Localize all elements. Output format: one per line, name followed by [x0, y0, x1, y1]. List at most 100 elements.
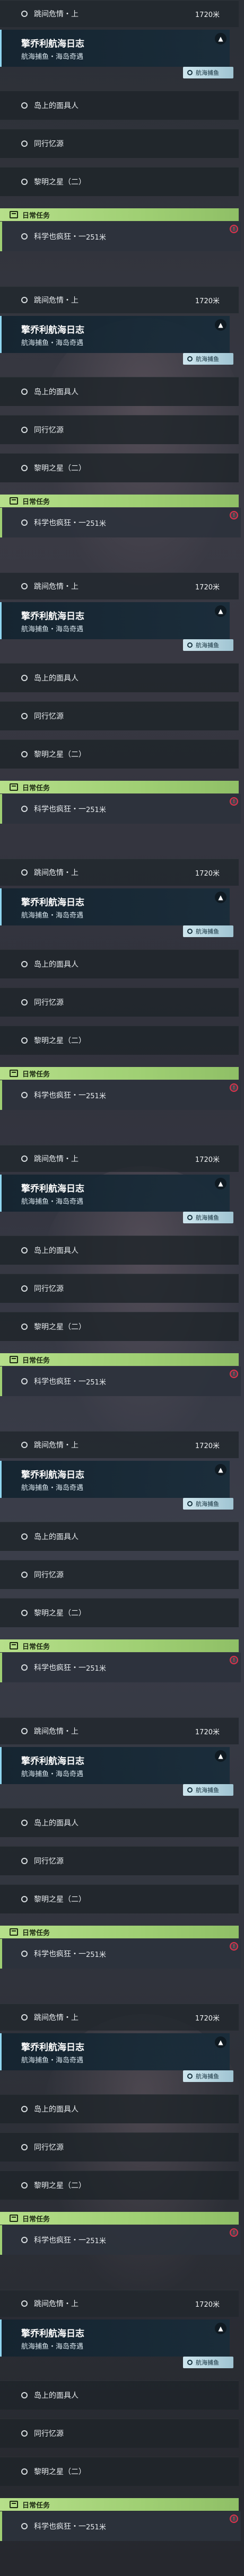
quest-subtitle: 航海捕鱼・海岛奇遇 — [21, 339, 84, 347]
quest-item[interactable]: 岛上的面具人 — [0, 377, 239, 406]
quest-header[interactable]: 擎乔利航海日志 航海捕鱼・海岛奇遇 ▲ — [0, 1461, 230, 1498]
collapse-button[interactable]: ▲ — [215, 2323, 226, 2334]
circle-icon — [21, 1610, 28, 1616]
daily-task-item[interactable]: 科学也疯狂・一 251米 — [0, 2511, 241, 2541]
quest-item-label: 同行忆源 — [34, 1571, 64, 1580]
quest-item-label: 岛上的面具人 — [34, 102, 79, 110]
quest-item[interactable]: 岛上的面具人 — [0, 91, 239, 120]
circle-icon — [21, 806, 28, 812]
quest-item[interactable]: 黎明之星（二） — [0, 2457, 239, 2486]
quest-item[interactable]: 同行忆源 — [0, 2132, 239, 2162]
quest-item[interactable]: 同行忆源 — [0, 701, 239, 730]
area-tag: 航海捕鱼 — [183, 2070, 233, 2082]
quest-distance: 1720米 — [195, 297, 220, 305]
quest-item[interactable]: 岛上的面具人 — [0, 2094, 239, 2123]
area-tag: 航海捕鱼 — [183, 1212, 233, 1223]
circle-icon — [21, 2237, 28, 2243]
quest-item-top[interactable]: 跳间危情・上 1720米 — [0, 859, 239, 886]
quest-panel: 跳间危情・上 1720米 擎乔利航海日志 航海捕鱼・海岛奇遇 ▲ 航海捕鱼 岛上… — [0, 1717, 244, 2004]
circle-icon — [21, 2523, 28, 2529]
area-tag-label: 航海捕鱼 — [196, 1787, 219, 1794]
daily-task-item[interactable]: 科学也疯狂・一 251米 — [0, 222, 241, 251]
quest-item[interactable]: 同行忆源 — [0, 2419, 239, 2448]
quest-header[interactable]: 擎乔利航海日志 航海捕鱼・海岛奇遇 ▲ — [0, 2033, 230, 2070]
quest-item[interactable]: 同行忆源 — [0, 1274, 239, 1303]
daily-task-item[interactable]: 科学也疯狂・一 251米 — [0, 1653, 241, 1682]
quest-item[interactable]: 岛上的面具人 — [0, 2380, 239, 2410]
quest-item-label: 同行忆源 — [34, 426, 64, 435]
quest-subtitle: 航海捕鱼・海岛奇遇 — [21, 912, 84, 920]
collapse-button[interactable]: ▲ — [215, 892, 226, 903]
daily-task-item[interactable]: 科学也疯狂・一 251米 — [0, 794, 241, 824]
circle-icon — [21, 2106, 28, 2112]
quest-item-top[interactable]: 跳间危情・上 1720米 — [0, 0, 239, 27]
circle-icon — [21, 961, 28, 967]
quest-item[interactable]: 黎明之星（二） — [0, 2171, 239, 2200]
circle-icon — [21, 465, 28, 471]
collapse-button[interactable]: ▲ — [215, 2036, 226, 2048]
location-pin-icon — [187, 70, 193, 75]
daily-task-item[interactable]: 科学也疯狂・一 251米 — [0, 2225, 241, 2255]
daily-task-item[interactable]: 科学也疯狂・一 251米 — [0, 1939, 241, 1969]
quest-item[interactable]: 同行忆源 — [0, 129, 239, 158]
quest-item-top[interactable]: 跳间危情・上 1720米 — [0, 286, 239, 313]
quest-subtitle: 航海捕鱼・海岛奇遇 — [21, 1198, 84, 1206]
quest-item[interactable]: 岛上的面具人 — [0, 1808, 239, 1837]
area-tag-label: 航海捕鱼 — [196, 1501, 219, 1507]
quest-item[interactable]: 同行忆源 — [0, 415, 239, 444]
quest-item[interactable]: 黎明之星（二） — [0, 1884, 239, 1913]
quest-header[interactable]: 擎乔利航海日志 航海捕鱼・海岛奇遇 ▲ — [0, 2319, 230, 2357]
collapse-button[interactable]: ▲ — [215, 319, 226, 331]
daily-task-label: 日常任务 — [22, 2501, 50, 2510]
quest-item-label: 同行忆源 — [34, 2430, 64, 2438]
collapse-button[interactable]: ▲ — [215, 1178, 226, 1189]
quest-item[interactable]: 黎明之星（二） — [0, 1312, 239, 1341]
quest-item-top[interactable]: 跳间危情・上 1720米 — [0, 2290, 239, 2317]
quest-item[interactable]: 岛上的面具人 — [0, 1236, 239, 1265]
quest-item[interactable]: 同行忆源 — [0, 1560, 239, 1589]
quest-item[interactable]: 岛上的面具人 — [0, 1522, 239, 1551]
quest-header[interactable]: 擎乔利航海日志 航海捕鱼・海岛奇遇 ▲ — [0, 316, 230, 353]
circle-icon — [21, 427, 28, 433]
quest-item[interactable]: 黎明之星（二） — [0, 1598, 239, 1627]
quest-item-top[interactable]: 跳间危情・上 1720米 — [0, 1717, 239, 1744]
quest-item-label: 岛上的面具人 — [34, 2105, 79, 2114]
quest-header[interactable]: 擎乔利航海日志 航海捕鱼・海岛奇遇 ▲ — [0, 602, 230, 639]
quest-item[interactable]: 岛上的面具人 — [0, 663, 239, 692]
area-tag: 航海捕鱼 — [183, 2357, 233, 2368]
quest-item-top[interactable]: 跳间危情・上 1720米 — [0, 572, 239, 599]
quest-item-top[interactable]: 跳间危情・上 1720米 — [0, 2004, 239, 2031]
area-tag: 航海捕鱼 — [183, 353, 233, 365]
quest-distance: 1720米 — [195, 583, 220, 592]
quest-item[interactable]: 黎明之星（二） — [0, 1026, 239, 1055]
quest-item-label: 黎明之星（二） — [34, 464, 86, 473]
daily-task-item[interactable]: 科学也疯狂・一 251米 — [0, 1366, 241, 1396]
collapse-button[interactable]: ▲ — [215, 1750, 226, 1762]
circle-icon — [21, 1664, 28, 1671]
quest-item-top[interactable]: 跳间危情・上 1720米 — [0, 1431, 239, 1458]
quest-header[interactable]: 擎乔利航海日志 航海捕鱼・海岛奇遇 ▲ — [0, 1175, 230, 1212]
quest-item-label: 同行忆源 — [34, 140, 64, 148]
collapse-button[interactable]: ▲ — [215, 1464, 226, 1476]
quest-item[interactable]: 黎明之星（二） — [0, 453, 239, 482]
collapse-button[interactable]: ▲ — [215, 33, 226, 45]
circle-icon — [21, 869, 28, 876]
daily-task-header: 日常任务 — [0, 1639, 239, 1652]
quest-item-top[interactable]: 跳间危情・上 1720米 — [0, 1145, 239, 1172]
location-pin-icon — [187, 929, 193, 934]
circle-icon — [21, 1858, 28, 1864]
quest-item[interactable]: 黎明之星（二） — [0, 167, 239, 196]
daily-task-item[interactable]: 科学也疯狂・一 251米 — [0, 1080, 241, 1110]
collapse-button[interactable]: ▲ — [215, 605, 226, 617]
quest-item[interactable]: 黎明之星（二） — [0, 739, 239, 769]
quest-item[interactable]: 同行忆源 — [0, 1846, 239, 1875]
quest-header[interactable]: 擎乔利航海日志 航海捕鱼・海岛奇遇 ▲ — [0, 30, 230, 67]
quest-item[interactable]: 岛上的面具人 — [0, 949, 239, 978]
quest-item-label: 跳间危情・上 — [34, 2300, 79, 2308]
alert-icon: ! — [230, 2228, 238, 2237]
quest-header[interactable]: 擎乔利航海日志 航海捕鱼・海岛奇遇 ▲ — [0, 888, 230, 925]
daily-task-item[interactable]: 科学也疯狂・一 251米 — [0, 508, 241, 537]
quest-item[interactable]: 同行忆源 — [0, 987, 239, 1017]
daily-task-label: 日常任务 — [22, 1356, 50, 1365]
quest-header[interactable]: 擎乔利航海日志 航海捕鱼・海岛奇遇 ▲ — [0, 1747, 230, 1784]
